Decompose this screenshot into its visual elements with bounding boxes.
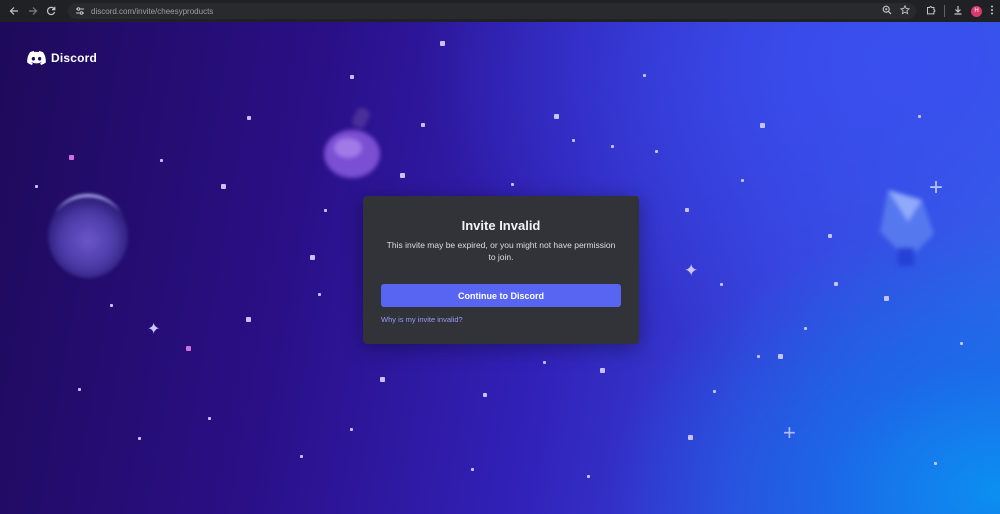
- zoom-button[interactable]: [882, 5, 892, 18]
- browser-toolbar: discord.com/invite/cheesyproducts H: [0, 0, 1000, 22]
- address-bar[interactable]: discord.com/invite/cheesyproducts: [68, 3, 917, 19]
- star-decoration: [186, 346, 191, 351]
- star-icon: [899, 4, 911, 15]
- star-decoration: [713, 390, 716, 393]
- sparkle-decoration: +: [783, 420, 796, 445]
- star-decoration: [834, 282, 838, 286]
- star-decoration: [160, 159, 163, 162]
- star-decoration: [600, 368, 605, 373]
- site-settings-button[interactable]: [74, 5, 86, 17]
- star-decoration: [511, 183, 514, 186]
- star-decoration: [246, 317, 251, 322]
- download-icon: [954, 5, 962, 15]
- logo-wordmark: Discord: [51, 51, 98, 65]
- star-decoration: [221, 184, 226, 189]
- star-decoration: [757, 355, 760, 358]
- back-button[interactable]: [6, 2, 22, 20]
- star-decoration: [611, 145, 614, 148]
- star-decoration: [760, 123, 765, 128]
- star-decoration: [778, 354, 783, 359]
- star-decoration: [440, 41, 445, 46]
- star-decoration: [572, 139, 575, 142]
- star-decoration: [960, 342, 963, 345]
- star-decoration: [720, 283, 723, 286]
- zoom-icon: [882, 5, 892, 14]
- star-decoration: [247, 116, 251, 120]
- sparkle-decoration: ✦: [684, 261, 699, 280]
- star-decoration: [208, 417, 211, 420]
- potion-decoration: [324, 107, 380, 178]
- star-decoration: [380, 377, 385, 382]
- puzzle-icon: [927, 5, 936, 14]
- star-decoration: [110, 304, 113, 307]
- star-decoration: [300, 455, 303, 458]
- crystal-decoration: [880, 190, 934, 266]
- star-decoration: [310, 255, 315, 260]
- reload-button[interactable]: [43, 2, 59, 20]
- star-decoration: [483, 393, 487, 397]
- reload-icon: [47, 6, 56, 16]
- sparkle-decoration: ✦: [147, 321, 161, 338]
- star-decoration: [69, 155, 74, 160]
- star-decoration: [934, 462, 937, 465]
- star-decoration: [35, 185, 38, 188]
- bookmark-button[interactable]: [899, 4, 911, 18]
- star-decoration: [318, 293, 321, 296]
- why-invite-invalid-link[interactable]: Why is my invite invalid?: [381, 315, 621, 324]
- star-decoration: [884, 296, 889, 301]
- extensions-button[interactable]: [926, 5, 936, 18]
- menu-button[interactable]: [990, 5, 994, 18]
- invite-page-background: ✦ ✦ + + Discord Invite Invalid This invi…: [0, 22, 1000, 514]
- star-decoration: [587, 475, 590, 478]
- continue-to-discord-button[interactable]: Continue to Discord: [381, 284, 621, 307]
- star-decoration: [543, 361, 546, 364]
- modal-description: This invite may be expired, or you might…: [386, 240, 616, 262]
- star-decoration: [350, 428, 353, 431]
- star-decoration: [804, 327, 807, 330]
- coin-decoration: [48, 194, 128, 278]
- arrow-left-icon: [9, 7, 18, 15]
- star-decoration: [688, 435, 693, 440]
- star-decoration: [324, 209, 327, 212]
- profile-avatar[interactable]: H: [971, 5, 983, 17]
- star-decoration: [655, 150, 658, 153]
- arrow-right-icon: [28, 7, 37, 15]
- star-decoration: [828, 234, 832, 238]
- star-decoration: [471, 468, 474, 471]
- star-decoration: [350, 75, 354, 79]
- discord-logo[interactable]: Discord: [27, 51, 97, 65]
- star-decoration: [78, 388, 81, 391]
- star-decoration: [685, 208, 689, 212]
- star-decoration: [741, 179, 744, 182]
- star-decoration: [138, 437, 141, 440]
- star-decoration: [400, 173, 405, 178]
- toolbar-divider: [944, 5, 946, 17]
- star-decoration: [554, 114, 559, 119]
- modal-title: Invite Invalid: [461, 218, 541, 233]
- star-decoration: [643, 74, 646, 77]
- downloads-button[interactable]: [953, 5, 963, 18]
- discord-logo-icon: [27, 51, 46, 65]
- star-decoration: [421, 123, 425, 127]
- invite-invalid-modal: Invite Invalid This invite may be expire…: [363, 196, 639, 344]
- tune-icon: [76, 7, 85, 15]
- star-decoration: [918, 115, 921, 118]
- url-text[interactable]: discord.com/invite/cheesyproducts: [91, 7, 882, 16]
- kebab-menu-icon: [991, 5, 994, 14]
- forward-button[interactable]: [25, 2, 41, 20]
